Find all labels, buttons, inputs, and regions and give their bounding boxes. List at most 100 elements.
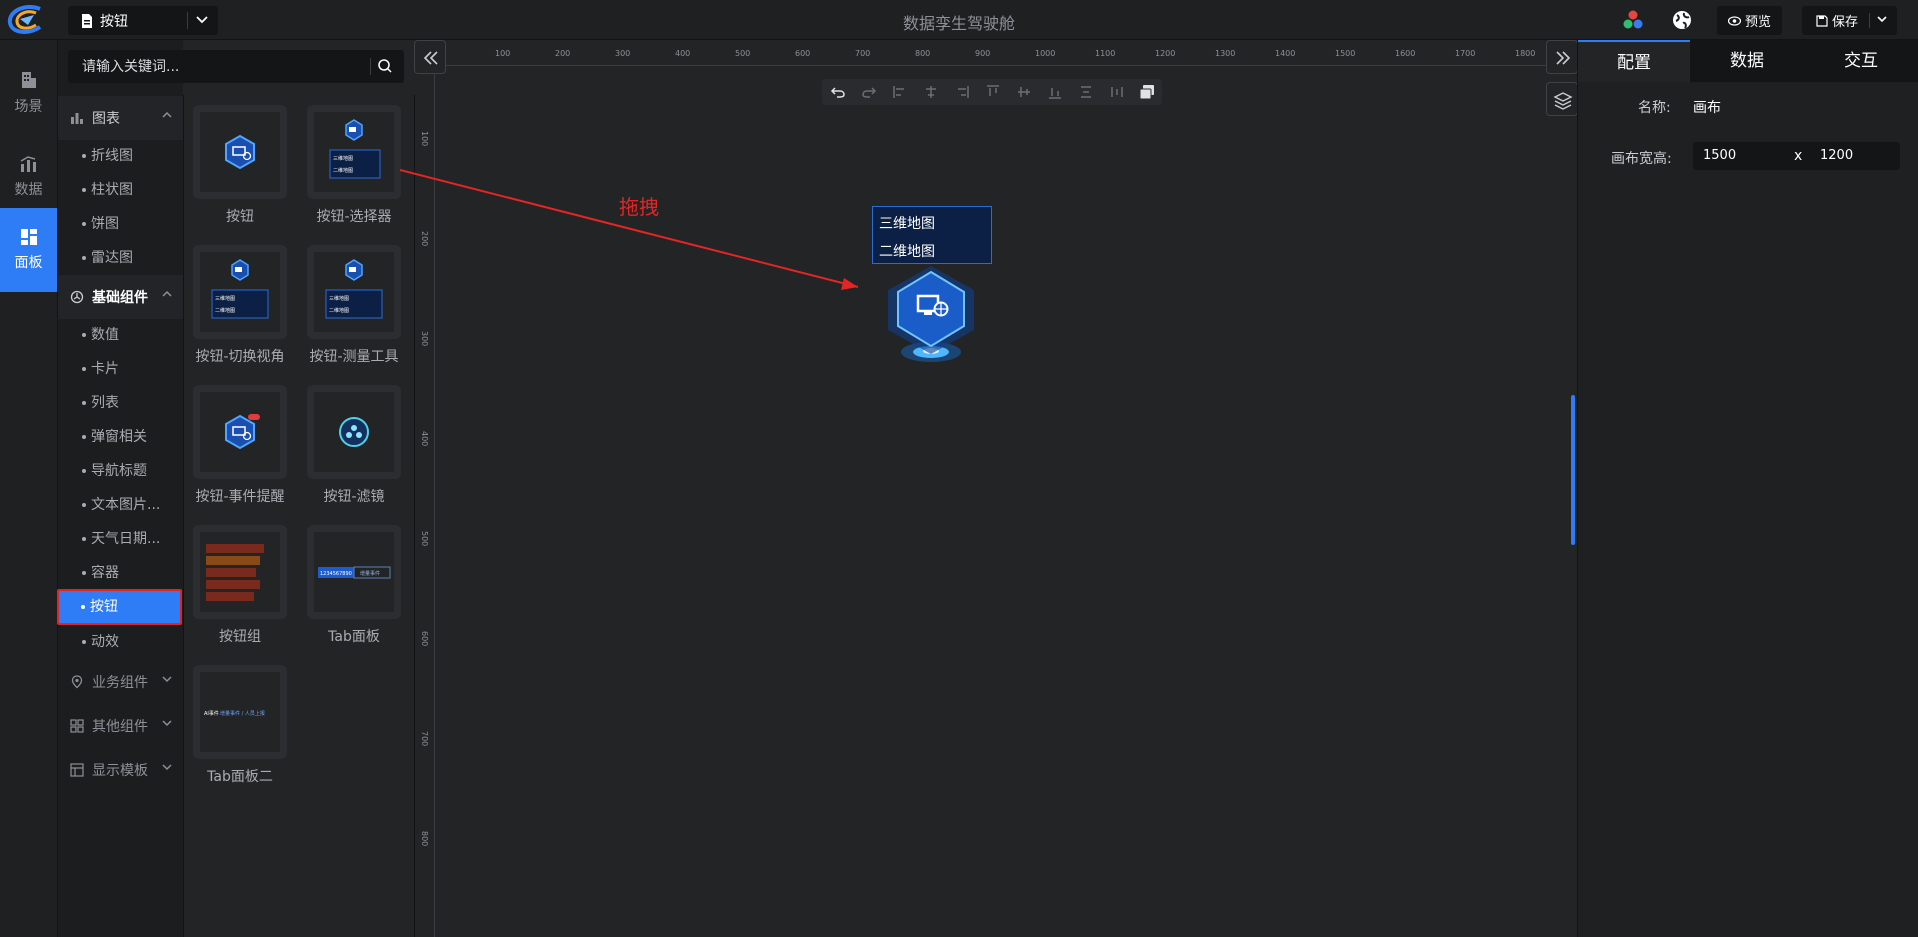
preview-button[interactable]: 预览 (1717, 6, 1782, 35)
search-divider (370, 58, 371, 75)
ruler-tick-label: 1800 (1515, 49, 1536, 58)
filter-thumbnail-icon (339, 417, 369, 447)
bar-chart-icon (71, 113, 83, 124)
search-input[interactable] (68, 50, 368, 83)
component-label: 按钮-切换视角 (195, 349, 285, 365)
canvas-selector-component[interactable]: 三维地图 二维地图 (872, 206, 992, 264)
component-label: Tab面板二 (207, 769, 273, 785)
basic-component-icon (70, 290, 84, 304)
component-label: Tab面板 (328, 629, 380, 645)
tab-interaction[interactable]: 交互 (1804, 40, 1918, 82)
align-bottom-icon[interactable] (1047, 84, 1063, 100)
save-button[interactable]: 保存 (1802, 6, 1897, 35)
component-tile-button-switch-view[interactable]: 三维地图 二维地图 (193, 245, 287, 339)
distribute-vertical-icon[interactable] (1078, 84, 1094, 100)
sidebar-item-line-chart[interactable]: 折线图 (58, 139, 183, 173)
panel-grid-icon (20, 229, 37, 245)
ruler-tick-label: 1500 (1335, 49, 1356, 58)
sidebar-item-animation[interactable]: 动效 (58, 625, 183, 659)
component-tile-button-filter[interactable] (307, 385, 401, 479)
ruler-tick-label: 1700 (1455, 49, 1476, 58)
search-box (68, 50, 404, 83)
sidebar-item-pie-chart[interactable]: 饼图 (58, 207, 183, 241)
thumb-option-2d: 二维地图 (333, 167, 353, 174)
globe-icon[interactable] (1671, 9, 1693, 31)
canvas-hexagon-button[interactable] (880, 264, 980, 368)
ruler-tick-label: 700 (420, 731, 429, 747)
category-template[interactable]: 显示模板 (58, 748, 183, 792)
nav-item-panel[interactable]: 面板 (0, 208, 57, 292)
right-property-panel (1577, 40, 1918, 937)
ruler-tick-label: 100 (420, 131, 429, 147)
ruler-tick-label: 800 (915, 49, 931, 58)
thumb-tab-event: 增量事件 / 人员上报 (220, 710, 265, 717)
component-tile-button-selector[interactable]: 三维地图 二维地图 (307, 105, 401, 199)
distribute-horizontal-icon[interactable] (1109, 84, 1125, 100)
component-tile-button-event[interactable] (193, 385, 287, 479)
sidebar-item-card[interactable]: 卡片 (58, 352, 183, 386)
component-label: 按钮 (226, 209, 254, 225)
preview-label: 预览 (1744, 15, 1771, 30)
theme-color-icon[interactable] (1622, 9, 1644, 31)
component-tile-tab-panel-2[interactable]: AI事件 增量事件 / 人员上报 (193, 665, 287, 759)
component-tile-button[interactable] (193, 105, 287, 199)
left-nav: 场景 数据 面板 (0, 40, 58, 937)
tab-config[interactable]: 配置 (1578, 40, 1690, 82)
layout-template-icon (70, 763, 84, 777)
category-business[interactable]: 业务组件 (58, 660, 183, 704)
category-other[interactable]: 其他组件 (58, 704, 183, 748)
collapse-right-button[interactable] (1546, 40, 1578, 74)
selector-option-2d[interactable]: 二维地图 (879, 241, 935, 261)
sidebar-item-text-image[interactable]: 文本图片... (58, 488, 183, 522)
sidebar-item-weather-date[interactable]: 天气日期... (58, 522, 183, 556)
align-top-icon[interactable] (985, 84, 1001, 100)
copy-layer-icon[interactable] (1138, 84, 1156, 100)
ruler-tick-label: 700 (855, 49, 871, 58)
selector-option-3d[interactable]: 三维地图 (879, 213, 935, 233)
align-left-icon[interactable] (892, 84, 908, 100)
ruler-tick-label: 1200 (1155, 49, 1176, 58)
align-middle-vertical-icon[interactable] (1016, 84, 1032, 100)
save-label: 保存 (1832, 15, 1859, 30)
chevron-down-icon[interactable] (1875, 14, 1889, 26)
drag-arrow-icon (400, 169, 859, 290)
component-label: 按钮-滤镜 (323, 489, 385, 505)
category-business-label: 业务组件 (92, 675, 148, 691)
nav-label-data: 数据 (14, 182, 43, 198)
sidebar-item-value[interactable]: 数值 (58, 318, 183, 352)
sidebar-item-container[interactable]: 容器 (58, 556, 183, 590)
panel-scroll-indicator[interactable] (1571, 395, 1575, 545)
category-basic[interactable]: 基础组件 (58, 275, 183, 319)
component-tile-button-group[interactable] (193, 525, 287, 619)
category-chart[interactable]: 图表 (58, 96, 183, 140)
sidebar-item-radar-chart[interactable]: 雷达图 (58, 241, 183, 275)
align-right-icon[interactable] (954, 84, 970, 100)
sidebar-item-popup[interactable]: 弹窗相关 (58, 420, 183, 454)
sidebar-item-bar-chart[interactable]: 柱状图 (58, 173, 183, 207)
nav-item-scene[interactable]: 场景 (0, 51, 57, 135)
undo-icon[interactable] (830, 84, 846, 100)
sidebar-item-nav-title[interactable]: 导航标题 (58, 454, 183, 488)
redo-icon[interactable] (861, 84, 877, 100)
align-toolbar (822, 79, 1162, 105)
canvas-height-input[interactable]: 1200 (1810, 142, 1900, 170)
thumb-option-3d: 三维地图 (329, 295, 349, 302)
thumb-option-3d: 三维地图 (215, 295, 235, 302)
search-icon[interactable] (377, 58, 393, 74)
save-divider (1869, 13, 1870, 28)
component-tile-button-measure[interactable]: 三维地图 二维地图 (307, 245, 401, 339)
component-tile-tab-panel[interactable]: 1234567890 增量事件 (307, 525, 401, 619)
nav-item-data[interactable]: 数据 (0, 135, 57, 219)
sidebar-item-button[interactable]: 按钮 (57, 589, 182, 625)
align-center-horizontal-icon[interactable] (923, 84, 939, 100)
thumb-tab-2: 增量事件 (360, 570, 380, 577)
tab-data[interactable]: 数据 (1690, 40, 1804, 82)
layers-button[interactable] (1546, 82, 1578, 116)
name-label: 名称: (1638, 100, 1671, 116)
ruler-tick-label: 500 (420, 531, 429, 547)
sidebar-item-list[interactable]: 列表 (58, 386, 183, 420)
component-label: 按钮-事件提醒 (195, 489, 285, 505)
collapse-left-button[interactable] (414, 40, 446, 74)
grid-icon (70, 719, 84, 733)
ruler-tick-label: 800 (420, 831, 429, 847)
